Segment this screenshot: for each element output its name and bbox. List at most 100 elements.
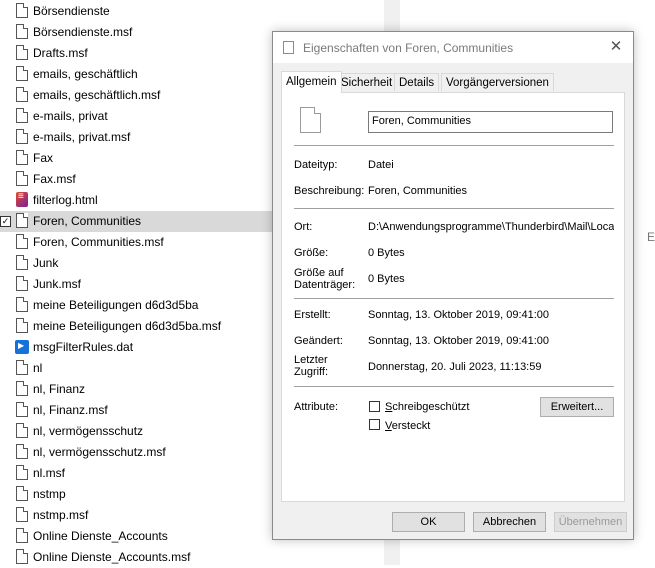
label-text: chreibgeschützt (392, 401, 470, 413)
close-icon[interactable]: ✕ (605, 36, 627, 58)
erstellt-value: Sonntag, 13. Oktober 2019, 09:41:00 (368, 309, 550, 321)
tab-vorgaengerversionen[interactable]: Vorgängerversionen (441, 73, 554, 91)
schreibgeschuetzt-checkbox[interactable] (369, 401, 380, 412)
ort-value[interactable]: D:\Anwendungsprogramme\Thunderbird\Mail\… (368, 221, 614, 233)
file-icon (16, 297, 28, 312)
file-icon (16, 507, 28, 522)
app-file-icon (15, 340, 29, 354)
file-icon (16, 213, 28, 228)
file-name: nl (33, 361, 43, 375)
groesse-datentraeger-value: 0 Bytes (368, 273, 405, 285)
file-name: nstmp.msf (33, 508, 89, 522)
file-name: Fax (33, 151, 54, 165)
file-name: nl, vermögensschutz.msf (33, 445, 166, 459)
file-icon (16, 255, 28, 270)
file-name: Online Dienste_Accounts.msf (33, 550, 191, 564)
html-file-icon (16, 191, 28, 207)
versteckt-checkbox[interactable] (369, 419, 380, 430)
file-name: meine Beteiligungen d6d3d5ba.msf (33, 319, 222, 333)
file-icon (16, 381, 28, 396)
geaendert-value: Sonntag, 13. Oktober 2019, 09:41:00 (368, 335, 550, 347)
file-icon (16, 24, 28, 39)
file-name: emails, geschäftlich (33, 67, 138, 81)
file-name: filterlog.html (33, 193, 98, 207)
divider (294, 386, 614, 387)
selection-checkbox[interactable]: ✓ (0, 216, 11, 227)
file-icon (16, 549, 28, 564)
file-name: emails, geschäftlich.msf (33, 88, 161, 102)
file-icon (16, 129, 28, 144)
zugriff-value: Donnerstag, 20. Juli 2023, 11:13:59 (368, 361, 542, 373)
zugriff-label: Letzter Zugriff: (294, 354, 328, 378)
label-line: Letzter (294, 354, 328, 366)
ort-label: Ort: (294, 221, 313, 233)
file-name: Foren, Communities (33, 214, 142, 228)
file-icon (16, 45, 28, 60)
divider (294, 298, 614, 299)
attribute-label: Attribute: (294, 401, 339, 413)
file-icon (16, 108, 28, 123)
file-icon (16, 3, 28, 18)
properties-dialog: Eigenschaften von Foren, Communities ✕ A… (272, 31, 634, 540)
file-name: nl.msf (33, 466, 66, 480)
beschreibung-label: Beschreibung: (294, 185, 365, 197)
dateityp-label: Dateityp: (294, 159, 338, 171)
file-name: Börsendienste (33, 4, 110, 18)
tab-details[interactable]: Details (394, 73, 440, 91)
ok-button[interactable]: OK (392, 512, 465, 532)
file-icon (16, 465, 28, 480)
divider (294, 208, 614, 209)
file-icon (16, 87, 28, 102)
groesse-label: Größe: (294, 247, 329, 259)
file-name: Fax.msf (33, 172, 76, 186)
file-icon (16, 150, 28, 165)
label-text: ersteckt (391, 420, 431, 432)
file-name: Foren, Communities.msf (33, 235, 164, 249)
file-name: Online Dienste_Accounts (33, 529, 168, 543)
file-icon (16, 360, 28, 375)
accel-key: V (385, 420, 392, 432)
label-line: Größe auf (294, 267, 344, 279)
file-name: Junk.msf (33, 277, 82, 291)
groesse-datentraeger-label: Größe auf Datenträger: (294, 267, 355, 291)
groesse-value: 0 Bytes (368, 247, 405, 259)
general-tab-panel: Foren, Communities Dateityp: Datei Besch… (281, 92, 625, 502)
label-line: Datenträger: (294, 279, 356, 291)
divider (294, 145, 614, 146)
file-icon (16, 444, 28, 459)
erweitert-button[interactable]: Erweitert... (540, 397, 614, 417)
file-name: Junk (33, 256, 59, 270)
file-icon (16, 528, 28, 543)
file-icon (16, 402, 28, 417)
label-line: Zugriff: (294, 366, 329, 378)
file-name: nl, Finanz.msf (33, 403, 108, 417)
tab-allgemein[interactable]: Allgemein (281, 71, 342, 93)
file-name: msgFilterRules.dat (33, 340, 134, 354)
file-icon (300, 107, 321, 133)
file-icon (16, 171, 28, 186)
file-name: nl, Finanz (33, 382, 86, 396)
file-name: nstmp (33, 487, 66, 501)
abbrechen-button[interactable]: Abbrechen (473, 512, 546, 532)
uebernehmen-button[interactable]: Übernehmen (554, 512, 627, 532)
file-icon (16, 423, 28, 438)
file-name: e-mails, privat (33, 109, 108, 123)
file-name: Drafts.msf (33, 46, 88, 60)
file-icon (16, 318, 28, 333)
file-icon (16, 486, 28, 501)
dialog-title: Eigenschaften von Foren, Communities (303, 41, 514, 55)
file-icon (16, 66, 28, 81)
tab-sicherheit[interactable]: Sicherheit (336, 73, 398, 91)
file-name: e-mails, privat.msf (33, 130, 131, 144)
erstellt-label: Erstellt: (294, 309, 331, 321)
dialog-titlebar[interactable]: Eigenschaften von Foren, Communities ✕ (273, 32, 633, 63)
versteckt-label[interactable]: Versteckt (385, 420, 430, 432)
file-list-item[interactable]: Börsendienste (0, 1, 384, 22)
geaendert-label: Geändert: (294, 335, 343, 347)
file-name-field[interactable]: Foren, Communities (368, 111, 613, 133)
file-icon (16, 276, 28, 291)
dateityp-value: Datei (368, 159, 394, 171)
schreibgeschuetzt-label[interactable]: Schreibgeschützt (385, 401, 469, 413)
file-name: meine Beteiligungen d6d3d5ba (33, 298, 199, 312)
file-icon (283, 41, 294, 54)
